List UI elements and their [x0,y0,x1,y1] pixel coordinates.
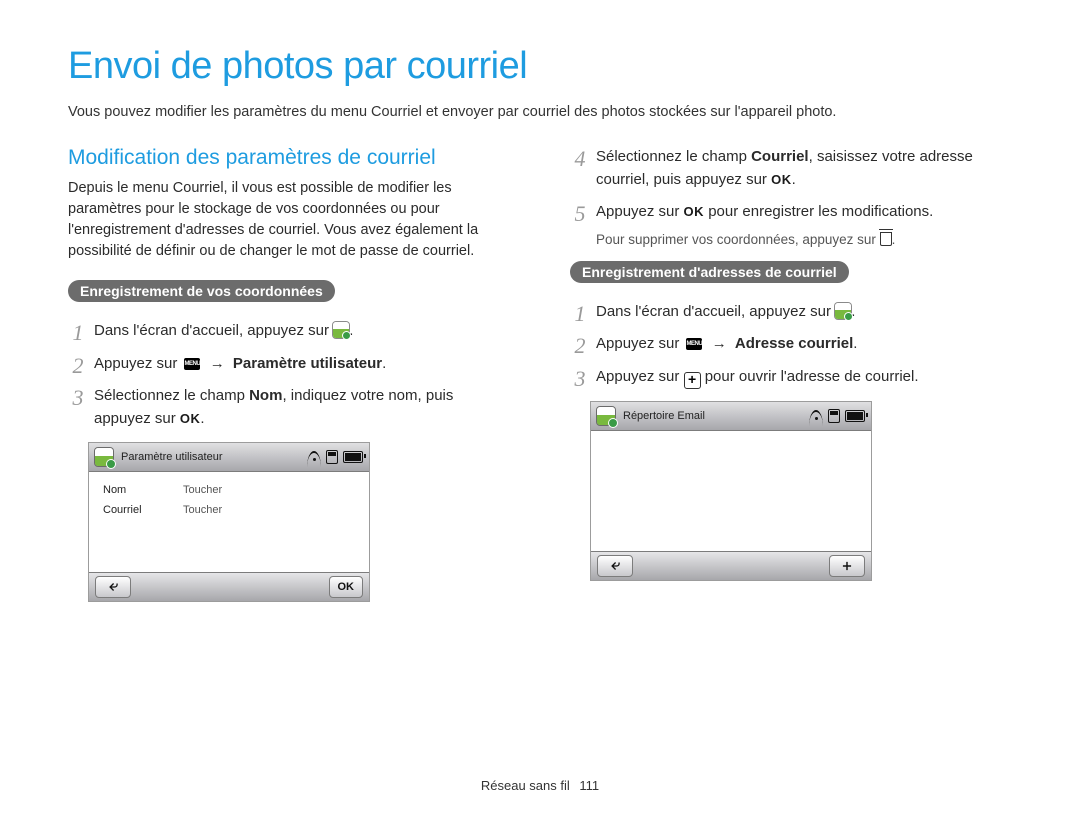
page-number: 111 [579,778,599,793]
step-text: Appuyez sur [94,355,182,372]
section-paragraph: Depuis le menu Courriel, il vous est pos… [68,178,510,262]
step-number: 1 [570,297,590,330]
step-text: pour enregistrer les modifications. [704,203,933,220]
mockup-footer: OK [89,572,369,601]
sd-card-icon [828,409,840,423]
step-text: Appuyez sur [596,335,684,352]
page-footer: Réseau sans fil 111 [0,778,1080,793]
step-number: 2 [68,349,88,382]
param-user-label: Paramètre utilisateur [233,355,382,372]
mockup-body: Nom Toucher Courriel Toucher [89,472,369,572]
step-number: 3 [570,362,590,395]
ok-icon: OK [771,170,792,190]
step-text: Sélectionnez le champ [94,387,249,404]
battery-icon [845,410,865,422]
mockup-header: Paramètre utilisateur [89,443,369,472]
email-app-icon [597,407,615,425]
mockup-body [591,431,871,551]
wifi-icon [307,451,321,463]
pill-coordinates: Enregistrement de vos coordonnées [68,280,335,302]
ok-icon: OK [684,202,705,222]
trash-icon [880,232,892,246]
right-column: 4 Sélectionnez le champ Courriel, saisis… [570,146,1012,602]
back-icon [106,580,120,594]
wifi-icon [809,410,823,422]
email-app-icon [333,322,349,338]
mockup-user-settings: Paramètre utilisateur Nom Toucher Courri… [88,442,370,602]
menu-icon: MENU [686,338,702,350]
steps-left: 1 Dans l'écran d'accueil, appuyez sur . … [68,320,510,430]
step-text: Dans l'écran d'accueil, appuyez sur [94,322,333,339]
step-text: pour ouvrir l'adresse de courriel. [701,368,919,385]
arrow-icon: → [712,335,727,352]
page-title: Envoi de photos par courriel [68,45,1012,88]
step-number: 3 [68,381,88,414]
add-button[interactable] [829,555,865,577]
sd-card-icon [326,450,338,464]
mockup-title: Répertoire Email [623,410,809,422]
ok-button[interactable]: OK [329,576,364,598]
delete-note: Pour supprimer vos coordonnées, appuyez … [570,232,1012,247]
back-button[interactable] [597,555,633,577]
field-email-bold: Courriel [751,148,809,165]
pill-addresses: Enregistrement d'adresses de courriel [570,261,849,283]
step-number: 4 [570,142,590,175]
mockup-row-email: Courriel Toucher [89,500,369,520]
mockup-footer [591,551,871,580]
row-value: Toucher [183,484,222,496]
field-name-bold: Nom [249,387,282,404]
row-value: Toucher [183,504,222,516]
intro-text: Vous pouvez modifier les paramètres du m… [68,103,1012,123]
battery-icon [343,451,363,463]
mockup-email-directory: Répertoire Email [590,401,872,581]
arrow-icon: → [210,355,225,372]
row-label: Nom [103,484,183,496]
step-text: Appuyez sur [596,368,684,385]
mockup-row-name: Nom Toucher [89,480,369,500]
step-number: 2 [570,329,590,362]
mockup-header: Répertoire Email [591,402,871,431]
steps-right-bottom: 1 Dans l'écran d'accueil, appuyez sur . … [570,301,1012,389]
row-label: Courriel [103,504,183,516]
footer-section: Réseau sans fil [481,778,570,793]
back-button[interactable] [95,576,131,598]
step-text: Appuyez sur [596,203,684,220]
email-app-icon [95,448,113,466]
back-icon [608,559,622,573]
step-number: 1 [68,316,88,349]
left-column: Modification des paramètres de courriel … [68,146,510,602]
ok-icon: OK [180,409,201,429]
email-app-icon [835,303,851,319]
plus-icon [840,559,854,573]
plus-icon: + [684,372,701,389]
step-text: Sélectionnez le champ [596,148,751,165]
step-number: 5 [570,197,590,230]
step-text: Dans l'écran d'accueil, appuyez sur [596,303,835,320]
mockup-title: Paramètre utilisateur [121,451,307,463]
section-heading: Modification des paramètres de courriel [68,146,510,170]
steps-right-top: 4 Sélectionnez le champ Courriel, saisis… [570,146,1012,224]
menu-icon: MENU [184,358,200,370]
address-email-label: Adresse courriel [735,335,853,352]
